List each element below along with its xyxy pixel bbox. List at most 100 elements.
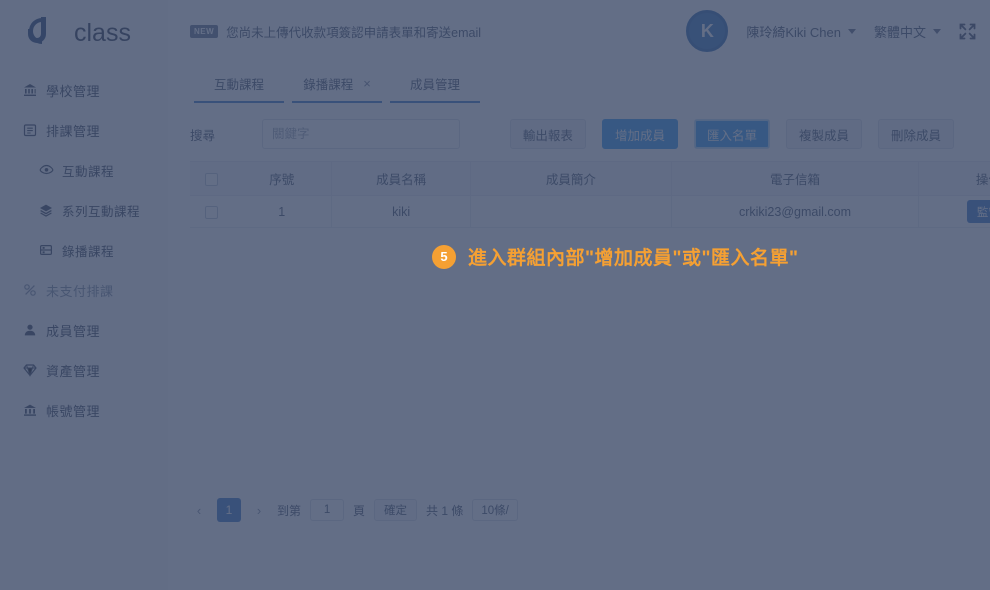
sidebar-item-label: 學校管理 [46, 83, 101, 99]
user-menu[interactable]: 陳玲綺Kiki Chen [746, 22, 856, 41]
row-action-button[interactable]: 監管 [966, 200, 990, 223]
app-logo[interactable]: class [0, 0, 168, 62]
sidebar-item-member-mgmt[interactable]: 成員管理 [0, 310, 168, 350]
column-intro: 成員簡介 [470, 161, 672, 196]
cell-action: 監管 [918, 195, 990, 228]
search-label: 搜尋 [190, 128, 216, 143]
video-icon [38, 242, 54, 258]
tab-label: 互動課程 [213, 77, 264, 92]
page-size-selector[interactable]: 10條/ [472, 499, 518, 521]
cell-name: kiki [331, 195, 472, 228]
next-page-button[interactable]: › [250, 498, 268, 522]
table-body: 1 kiki crkiki23@gmail.com 監管 [190, 195, 990, 228]
annotation-text: 進入群組內部"增加成員"或"匯入名單" [468, 248, 799, 269]
sidebar-item-label: 帳號管理 [46, 403, 101, 419]
bank-icon [22, 82, 38, 98]
sidebar-item-label: 排課管理 [46, 123, 101, 139]
column-name: 成員名稱 [331, 161, 472, 196]
top-header: NEW 您尚未上傳代收款項簽認申請表單和寄送email K 陳玲綺Kiki Ch… [168, 0, 990, 62]
tab-bar: 互動課程 錄播課程 × 成員管理 [168, 62, 990, 103]
tab-underline [194, 101, 284, 103]
close-icon[interactable]: × [363, 77, 371, 90]
sidebar-item-label: 未支付排課 [46, 283, 114, 299]
sidebar-item-account-mgmt[interactable]: 帳號管理 [0, 390, 168, 430]
tab-underline [390, 101, 480, 103]
member-table-container: 序號 成員名稱 成員簡介 電子信箱 操作 帳號狀態 [168, 161, 990, 228]
expand-icon[interactable] [959, 23, 976, 40]
tab-interactive-course[interactable]: 互動課程 [190, 63, 288, 103]
prev-page-button[interactable]: ‹ [190, 498, 208, 522]
screen-root: class 學校管理 排課管理 互動課程 系列互動課程 錄播課程 未支付排課 成… [0, 0, 990, 590]
sidebar-item-series-interactive-course[interactable]: 系列互動課程 [0, 190, 168, 230]
sidebar-item-unpaid-schedule[interactable]: 未支付排課 [0, 270, 168, 310]
bank2-icon [22, 402, 38, 418]
cell-intro [470, 195, 672, 228]
column-action: 操作 [918, 161, 990, 196]
cell-index: 1 [232, 195, 333, 228]
goto-label: 到第 [277, 503, 302, 518]
toolbar: 搜尋 輸出報表 增加成員 匯入名單 複製成員 刪除成員 [168, 103, 990, 161]
select-all-checkbox[interactable] [204, 172, 218, 186]
row-checkbox[interactable] [204, 205, 218, 219]
sidebar-item-schedule-mgmt[interactable]: 排課管理 [0, 110, 168, 150]
language-label: 繁體中文 [873, 24, 926, 40]
percent-icon [22, 282, 38, 298]
tab-recorded-course[interactable]: 錄播課程 × [288, 63, 386, 103]
pagination: ‹ 1 › 到第 頁 確定 共 1 條 10條/ [190, 498, 518, 522]
new-badge: NEW [190, 24, 219, 38]
avatar[interactable]: K [686, 10, 729, 52]
member-table: 序號 成員名稱 成員簡介 電子信箱 操作 帳號狀態 [190, 161, 990, 228]
row-select-cell [190, 195, 233, 228]
annotation-callout: 5 進入群組內部"增加成員"或"匯入名單" [432, 243, 799, 270]
annotation-step-number: 5 [432, 244, 456, 269]
cell-email: crkiki23@gmail.com [671, 195, 920, 228]
chevron-down-icon [933, 28, 941, 34]
eye-icon [38, 162, 54, 178]
select-all-header [190, 161, 233, 196]
sidebar-item-recorded-course[interactable]: 錄播課程 [0, 230, 168, 270]
export-report-button[interactable]: 輸出報表 [509, 119, 586, 149]
add-member-button[interactable]: 增加成員 [601, 119, 678, 149]
header-actions: K 陳玲綺Kiki Chen 繁體中文 [686, 10, 976, 52]
person-icon [22, 322, 38, 338]
notice-banner[interactable]: NEW 您尚未上傳代收款項簽認申請表單和寄送email [190, 22, 481, 41]
page-unit-label: 頁 [353, 503, 366, 518]
table-row[interactable]: 1 kiki crkiki23@gmail.com 監管 [190, 195, 990, 228]
table-header-row: 序號 成員名稱 成員簡介 電子信箱 操作 帳號狀態 [190, 161, 990, 196]
sidebar-item-interactive-course[interactable]: 互動課程 [0, 150, 168, 190]
calendar-icon [22, 122, 38, 138]
delete-member-button[interactable]: 刪除成員 [877, 119, 954, 149]
language-selector[interactable]: 繁體中文 [874, 22, 941, 41]
column-index: 序號 [232, 161, 333, 196]
sidebar-item-school-mgmt[interactable]: 學校管理 [0, 70, 168, 110]
tab-member-mgmt[interactable]: 成員管理 [386, 63, 484, 103]
sidebar-item-asset-mgmt[interactable]: 資產管理 [0, 350, 168, 390]
user-name-label: 陳玲綺Kiki Chen [746, 24, 841, 40]
total-count-label: 共 1 條 [426, 503, 464, 518]
sidebar-item-label: 成員管理 [46, 323, 101, 339]
sidebar-item-label: 資產管理 [46, 363, 101, 379]
diamond-icon [22, 362, 38, 378]
search-input[interactable] [262, 119, 460, 149]
sidebar-item-label: 系列互動課程 [62, 204, 141, 219]
sidebar: class 學校管理 排課管理 互動課程 系列互動課程 錄播課程 未支付排課 成… [0, 0, 168, 590]
column-email: 電子信箱 [671, 161, 920, 196]
euclass-logo-icon: class [28, 17, 131, 47]
page-number-1[interactable]: 1 [217, 498, 241, 522]
sidebar-item-label: 互動課程 [62, 164, 115, 179]
import-list-button[interactable]: 匯入名單 [693, 119, 770, 149]
sidebar-nav: 學校管理 排課管理 互動課程 系列互動課程 錄播課程 未支付排課 成員管理 資產… [0, 62, 168, 430]
tab-label: 錄播課程 [303, 77, 354, 92]
table-head: 序號 成員名稱 成員簡介 電子信箱 操作 帳號狀態 [190, 161, 990, 196]
chevron-down-icon [847, 28, 856, 34]
sidebar-item-label: 錄播課程 [62, 244, 115, 259]
application-window: class 學校管理 排課管理 互動課程 系列互動課程 錄播課程 未支付排課 成… [0, 0, 990, 590]
tab-underline [292, 101, 382, 103]
copy-member-button[interactable]: 複製成員 [785, 119, 862, 149]
goto-page-input[interactable] [310, 499, 345, 521]
svg-text:class: class [74, 19, 131, 47]
goto-confirm-button[interactable]: 確定 [374, 499, 418, 521]
action-button-group: 輸出報表 增加成員 匯入名單 複製成員 刪除成員 [509, 119, 968, 149]
notice-text: 您尚未上傳代收款項簽認申請表單和寄送email [226, 25, 482, 40]
tab-label: 成員管理 [409, 77, 460, 92]
